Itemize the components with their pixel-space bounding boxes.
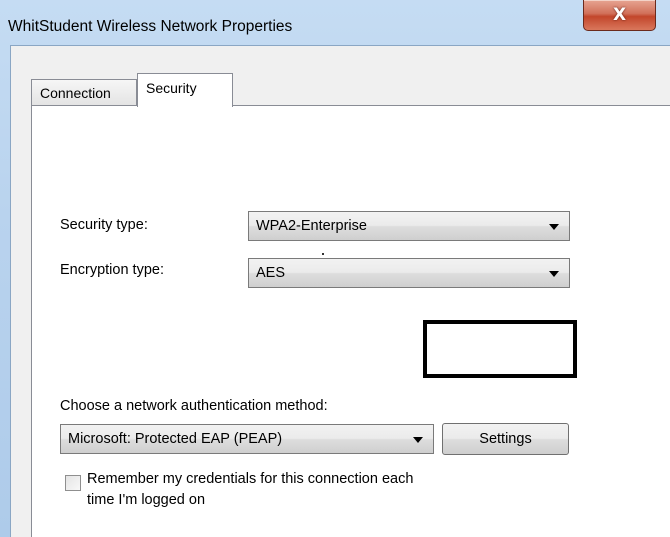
settings-highlight-box	[423, 320, 577, 378]
tab-connection[interactable]: Connection	[31, 79, 137, 106]
chevron-down-icon	[413, 437, 423, 443]
security-type-label: Security type:	[60, 217, 148, 233]
chevron-down-icon	[549, 224, 559, 230]
close-button[interactable]: X	[583, 0, 656, 31]
tab-security[interactable]: Security	[137, 73, 233, 107]
security-type-value: WPA2-Enterprise	[256, 218, 367, 234]
window-title: WhitStudent Wireless Network Properties	[8, 18, 293, 35]
encryption-type-label: Encryption type:	[60, 262, 164, 278]
remember-credentials-checkbox[interactable]	[65, 475, 81, 491]
dialog-client-area: Connection Security Security type: WPA2-…	[10, 45, 670, 537]
encryption-type-value: AES	[256, 265, 286, 281]
settings-button[interactable]: Settings	[442, 423, 569, 455]
encryption-type-dropdown[interactable]: AES	[248, 258, 570, 288]
auth-method-label: Choose a network authentication method:	[60, 398, 328, 414]
remember-credentials-label-line1: Remember my credentials for this connect…	[87, 471, 414, 487]
chevron-down-icon	[549, 271, 559, 277]
remember-credentials-label-line2: time I'm logged on	[87, 492, 206, 508]
close-icon: X	[612, 5, 627, 25]
auth-method-dropdown[interactable]: Microsoft: Protected EAP (PEAP)	[60, 424, 434, 454]
title-bar: WhitStudent Wireless Network Properties …	[0, 0, 670, 45]
security-type-dropdown[interactable]: WPA2-Enterprise	[248, 211, 570, 241]
auth-method-value: Microsoft: Protected EAP (PEAP)	[68, 431, 283, 447]
focus-dot	[322, 253, 324, 255]
